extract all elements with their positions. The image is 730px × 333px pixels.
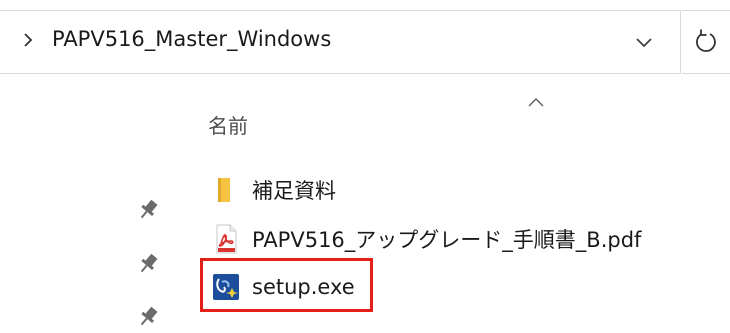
- list-item[interactable]: PAPV516_アップグレード_手順書_B.pdf: [212, 220, 641, 258]
- refresh-icon: [696, 29, 716, 52]
- pin-icon[interactable]: [136, 198, 160, 222]
- pin-icon[interactable]: [136, 252, 160, 276]
- highlight-box: [200, 258, 373, 312]
- address-path[interactable]: PAPV516_Master_Windows: [52, 27, 331, 51]
- folder-icon: [212, 175, 240, 205]
- list-item-label: PAPV516_アップグレード_手順書_B.pdf: [252, 228, 642, 252]
- list-item[interactable]: 補足資料: [212, 171, 336, 209]
- name-column-header[interactable]: 名前: [208, 110, 248, 139]
- list-item-label: 補足資料: [252, 179, 336, 203]
- pdf-icon: [212, 224, 240, 254]
- breadcrumb-chevron-right-icon[interactable]: [20, 30, 36, 50]
- chevron-down-icon[interactable]: [634, 34, 654, 48]
- refresh-button[interactable]: [682, 10, 730, 74]
- address-bar: PAPV516_Master_Windows: [0, 0, 730, 94]
- pin-icon[interactable]: [136, 305, 160, 329]
- sort-ascending-icon: [527, 93, 545, 107]
